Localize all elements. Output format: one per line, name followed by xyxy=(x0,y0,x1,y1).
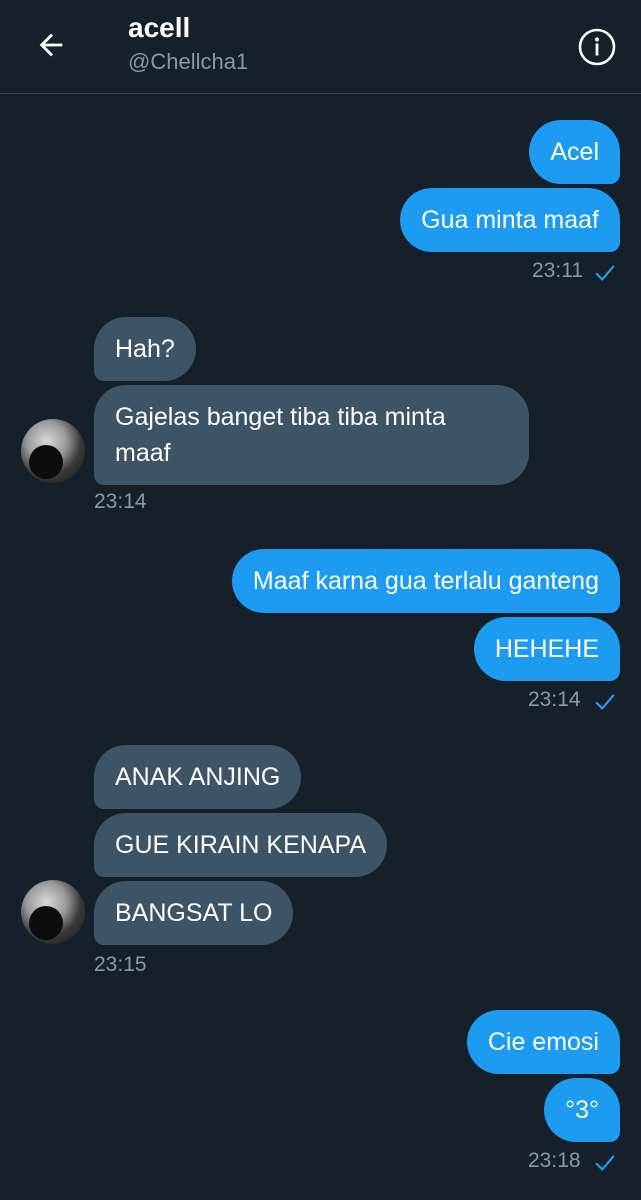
checkmark-icon xyxy=(595,1155,615,1171)
message-timestamp: 23:18 xyxy=(528,1149,581,1172)
message-timestamp: 23:14 xyxy=(94,490,147,513)
conversation-title[interactable]: acell xyxy=(128,12,190,44)
message-timestamp: 23:11 xyxy=(532,259,583,282)
message-timestamp: 23:14 xyxy=(528,688,581,711)
message-timestamp: 23:15 xyxy=(94,953,147,976)
outgoing-message[interactable]: Gua minta maaf xyxy=(400,188,620,252)
outgoing-message[interactable]: °3° xyxy=(544,1078,620,1142)
back-button[interactable] xyxy=(26,22,76,68)
checkmark-icon xyxy=(595,265,615,281)
info-icon xyxy=(578,28,616,66)
conversation-handle[interactable]: @Chellcha1 xyxy=(128,49,248,75)
info-button[interactable] xyxy=(574,24,620,70)
outgoing-message[interactable]: HEHEHE xyxy=(473,617,620,681)
conversation-header: acell @Chellcha1 xyxy=(0,0,641,94)
arrow-left-icon xyxy=(39,33,63,57)
outgoing-message[interactable]: Cie emosi xyxy=(466,1010,620,1074)
avatar[interactable] xyxy=(21,419,85,483)
incoming-message[interactable]: Gajelas banget tiba tiba minta maaf xyxy=(94,385,529,485)
checkmark-icon xyxy=(595,694,615,710)
incoming-message[interactable]: BANGSAT LO xyxy=(94,881,294,945)
incoming-message[interactable]: GUE KIRAIN KENAPA xyxy=(94,813,387,877)
avatar[interactable] xyxy=(21,880,85,944)
outgoing-message[interactable]: Acel xyxy=(529,120,620,184)
incoming-message[interactable]: ANAK ANJING xyxy=(94,745,302,809)
outgoing-message[interactable]: Maaf karna gua terlalu ganteng xyxy=(231,549,620,613)
incoming-message[interactable]: Hah? xyxy=(94,317,196,381)
